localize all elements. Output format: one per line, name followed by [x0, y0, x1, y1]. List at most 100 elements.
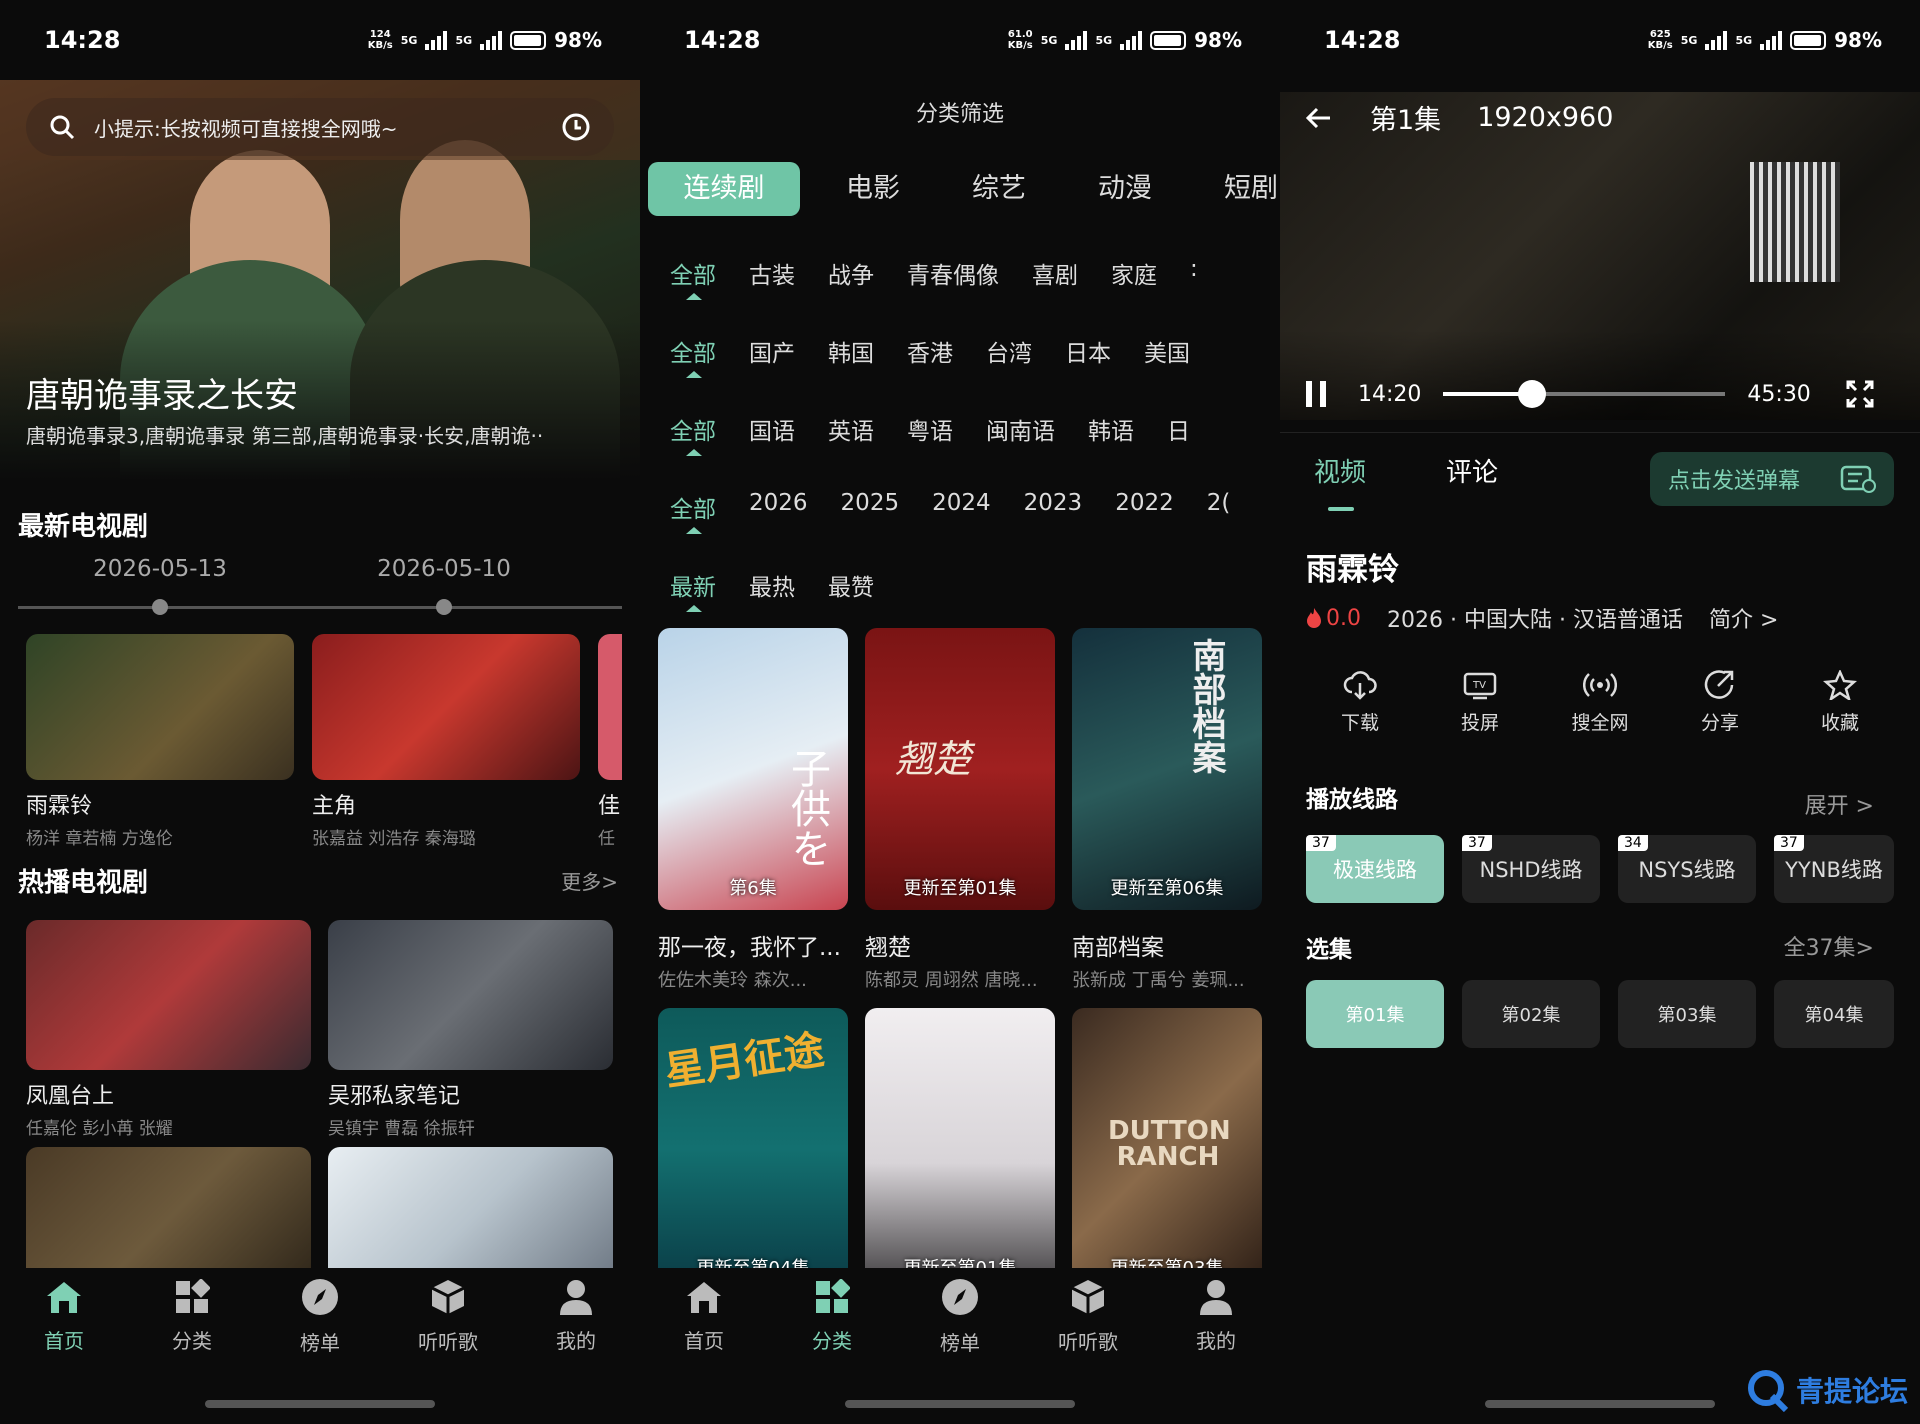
filter-chip[interactable]: 最新	[670, 568, 716, 612]
filter-chip[interactable]: 全部	[670, 412, 716, 456]
filter-chip[interactable]: 日	[1167, 412, 1190, 446]
latest-card[interactable]: 主角 张嘉益 刘浩存 秦海璐	[312, 634, 580, 849]
hot-card[interactable]: 吴邪私家笔记 吴镇宇 曹磊 徐振轩	[328, 920, 613, 1139]
filter-chip[interactable]: 全部	[670, 334, 716, 378]
nav-rank[interactable]: 榜单	[910, 1277, 1010, 1356]
fullscreen-icon[interactable]	[1845, 379, 1875, 409]
seek-bar[interactable]	[1443, 380, 1726, 408]
nav-home[interactable]: 首页	[14, 1279, 114, 1354]
filter-chip[interactable]: 闽南语	[986, 412, 1055, 446]
latest-card[interactable]: 雨霖铃 杨洋 章若楠 方逸伦	[26, 634, 294, 849]
filter-chip[interactable]: 韩国	[828, 334, 874, 368]
filter-region: 全部 国产 韩国 香港 台湾 日本 美国	[670, 334, 1223, 378]
back-arrow-icon[interactable]	[1304, 103, 1334, 133]
filter-chip[interactable]: 2(	[1207, 490, 1231, 524]
tab-comments[interactable]: 评论	[1446, 452, 1498, 489]
nav-home[interactable]: 首页	[654, 1279, 754, 1354]
video-player[interactable]	[1280, 92, 1920, 420]
nav-category[interactable]: 分类	[142, 1278, 242, 1354]
poster-card[interactable]: 南部档案 更新至第06集	[1072, 628, 1262, 910]
all-episodes-link[interactable]: 全37集>	[1784, 930, 1874, 962]
filter-chip[interactable]: :	[1190, 256, 1198, 290]
episodes-heading: 选集	[1306, 937, 1352, 963]
filter-chip[interactable]: 香港	[907, 334, 953, 368]
tab-video[interactable]: 视频	[1314, 452, 1366, 511]
filter-chip[interactable]: 国产	[749, 334, 795, 368]
filter-chip[interactable]: 全部	[670, 256, 716, 300]
poster-card[interactable]: 子供を 第6集	[658, 628, 848, 910]
tab-series[interactable]: 连续剧	[648, 162, 800, 216]
filter-chip[interactable]: 喜剧	[1032, 256, 1078, 290]
filter-chip[interactable]: 古装	[749, 256, 795, 290]
tab-anime[interactable]: 动漫	[1062, 162, 1188, 216]
download-button[interactable]: 下载	[1310, 670, 1410, 735]
tab-movie[interactable]: 电影	[810, 162, 936, 216]
line-option[interactable]: 37 极速线路	[1306, 835, 1444, 903]
filter-chip[interactable]: 2025	[841, 490, 900, 524]
share-button[interactable]: 分享	[1670, 670, 1770, 735]
filter-chip[interactable]: 全部	[670, 490, 716, 534]
line-option[interactable]: 37 NSHD线路	[1462, 835, 1600, 903]
line-count: 37	[1774, 835, 1804, 851]
tab-short[interactable]: 短剧	[1188, 162, 1280, 216]
poster-card[interactable]: DUTTON RANCH更新至第03集	[1072, 1008, 1262, 1290]
tab-variety[interactable]: 综艺	[936, 162, 1062, 216]
status-bar: 14:28 61.0 KB/s 5G 5G 98%	[684, 26, 1242, 54]
hero-subtitle: 唐朝诡事录3,唐朝诡事录 第三部,唐朝诡事录·长安,唐朝诡··	[26, 424, 544, 448]
episode-button[interactable]: 第02集	[1462, 980, 1600, 1048]
filter-chip[interactable]: 日本	[1065, 334, 1111, 368]
timeline-date[interactable]: 2026-05-10	[344, 556, 544, 582]
filter-chip[interactable]: 2024	[932, 490, 991, 524]
filter-chip[interactable]: 粤语	[907, 412, 953, 446]
line-option[interactable]: 34 NSYS线路	[1618, 835, 1756, 903]
card-cast: 杨洋 章若楠 方逸伦	[26, 829, 173, 849]
poster-card[interactable]: 星月征途更新至第04集	[658, 1008, 848, 1290]
filter-chip[interactable]: 韩语	[1088, 412, 1134, 446]
episode-button[interactable]: 第04集	[1774, 980, 1894, 1048]
poster-card[interactable]: 更新至第01集	[865, 1008, 1055, 1290]
filter-chip[interactable]: 国语	[749, 412, 795, 446]
filter-chip[interactable]: 战争	[828, 256, 874, 290]
poster-card[interactable]: 翘楚 更新至第01集	[865, 628, 1055, 910]
danmu-button[interactable]: 点击发送弹幕	[1650, 452, 1894, 506]
episode-button[interactable]: 第01集	[1306, 980, 1444, 1048]
network-type: 5G	[1680, 33, 1698, 47]
search-web-button[interactable]: 搜全网	[1550, 670, 1650, 735]
filter-chip[interactable]: 2023	[1024, 490, 1083, 524]
network-type: 5G	[1040, 33, 1058, 47]
filter-chip[interactable]: 最赞	[828, 568, 874, 602]
episode-tag: 第6集	[729, 878, 777, 899]
filter-chip[interactable]: 台湾	[986, 334, 1032, 368]
episode-button[interactable]: 第03集	[1618, 980, 1756, 1048]
cast-button[interactable]: TV 投屏	[1430, 670, 1530, 735]
pause-icon[interactable]	[1302, 379, 1330, 409]
nav-rank[interactable]: 榜单	[270, 1277, 370, 1356]
filter-chip[interactable]: 2026	[749, 490, 808, 524]
timeline-date[interactable]: 2026-05-13	[60, 556, 260, 582]
history-icon[interactable]	[560, 111, 592, 143]
bottom-nav: 首页 分类 榜单 听听歌 我的	[0, 1268, 640, 1364]
more-link[interactable]: 更多>	[561, 866, 618, 895]
filter-chip[interactable]: 最热	[749, 568, 795, 602]
nav-me[interactable]: 我的	[1166, 1279, 1266, 1354]
nav-music[interactable]: 听听歌	[1038, 1278, 1138, 1355]
nav-music[interactable]: 听听歌	[398, 1278, 498, 1355]
filter-chip[interactable]: 青春偶像	[907, 256, 999, 290]
nav-category[interactable]: 分类	[782, 1278, 882, 1354]
intro-link[interactable]: 简介 >	[1709, 602, 1778, 634]
hot-card[interactable]: 凤凰台上 任嘉伦 彭小苒 张耀	[26, 920, 311, 1139]
line-option[interactable]: 37 YYNB线路	[1774, 835, 1894, 903]
filter-chip[interactable]: 美国	[1144, 334, 1190, 368]
filter-chip[interactable]: 家庭	[1111, 256, 1157, 290]
latest-card[interactable]: 佳 任	[598, 634, 622, 849]
favorite-button[interactable]: 收藏	[1790, 670, 1890, 735]
user-icon	[560, 1279, 592, 1315]
battery-level: 98%	[1194, 28, 1242, 52]
filter-chip[interactable]: 2022	[1115, 490, 1174, 524]
nav-me[interactable]: 我的	[526, 1279, 626, 1354]
filter-chip[interactable]: 英语	[828, 412, 874, 446]
seek-knob[interactable]	[1518, 380, 1547, 408]
poster-image	[26, 920, 311, 1070]
search-bar[interactable]: 小提示:长按视频可直接搜全网哦~	[26, 98, 614, 156]
expand-lines-link[interactable]: 展开 >	[1805, 788, 1874, 820]
